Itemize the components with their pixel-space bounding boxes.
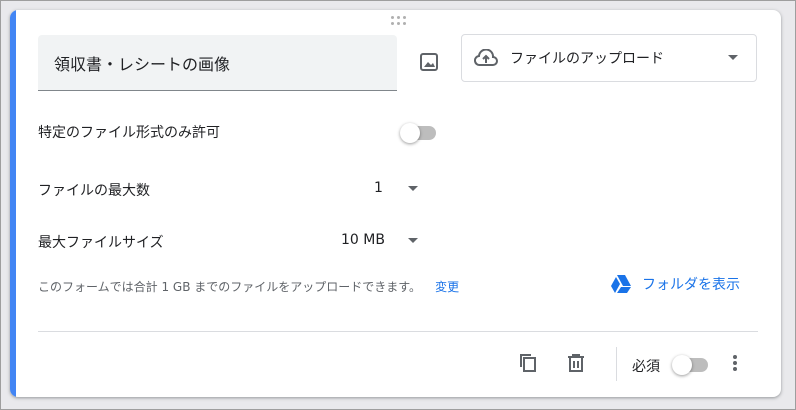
required-label: 必須 bbox=[632, 359, 660, 375]
max-size-value[interactable]: 10 MB bbox=[341, 232, 385, 248]
image-icon bbox=[420, 53, 438, 71]
active-accent-bar bbox=[10, 10, 16, 397]
view-folder-label: フォルダを表示 bbox=[642, 277, 740, 293]
cloud-upload-icon bbox=[474, 49, 498, 66]
specific-types-label: 特定のファイル形式のみ許可 bbox=[38, 125, 220, 141]
required-toggle[interactable] bbox=[672, 355, 708, 375]
question-title-text: 領収書・レシートの画像 bbox=[54, 54, 231, 74]
view-folder-link[interactable]: フォルダを表示 bbox=[610, 274, 740, 294]
trash-icon bbox=[568, 354, 584, 372]
drag-handle-icon[interactable] bbox=[391, 16, 407, 28]
more-vert-icon bbox=[733, 355, 737, 371]
max-size-label: 最大ファイルサイズ bbox=[38, 235, 164, 251]
max-files-dropdown-icon[interactable] bbox=[408, 186, 418, 191]
drive-icon bbox=[611, 275, 631, 293]
change-limit-link[interactable]: 変更 bbox=[435, 280, 459, 294]
duplicate-button[interactable] bbox=[516, 351, 540, 375]
footer-divider bbox=[38, 331, 758, 332]
question-type-label: ファイルのアップロード bbox=[510, 51, 664, 67]
add-image-button[interactable] bbox=[415, 48, 443, 76]
max-files-value[interactable]: 1 bbox=[374, 180, 383, 196]
footer-separator bbox=[616, 347, 617, 381]
question-title-input[interactable]: 領収書・レシートの画像 bbox=[38, 35, 397, 91]
upload-limit-text: このフォームでは合計 1 GB までのファイルをアップロードできます。 bbox=[38, 280, 422, 294]
copy-icon bbox=[520, 354, 536, 372]
upload-limit-note: このフォームでは合計 1 GB までのファイルをアップロードできます。 変更 bbox=[38, 278, 459, 295]
question-type-select[interactable]: ファイルのアップロード bbox=[461, 34, 757, 82]
dropdown-caret-icon bbox=[728, 55, 738, 60]
question-card[interactable]: 領収書・レシートの画像 ファイルのアップロード 特定のファイル形式のみ許可 ファ… bbox=[10, 10, 781, 397]
specific-types-toggle[interactable] bbox=[400, 123, 436, 143]
max-size-dropdown-icon[interactable] bbox=[408, 238, 418, 243]
max-files-label: ファイルの最大数 bbox=[38, 183, 150, 199]
more-options-button[interactable] bbox=[723, 351, 747, 375]
delete-button[interactable] bbox=[564, 351, 588, 375]
